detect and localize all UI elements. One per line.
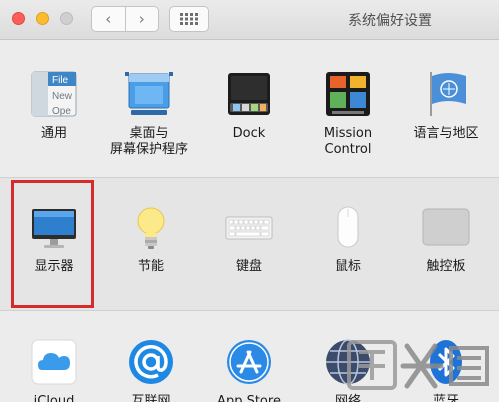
pane-icloud[interactable]: iCloud <box>8 338 100 402</box>
at-sign-icon <box>129 340 173 384</box>
minimize-button[interactable] <box>36 12 49 25</box>
pane-label: iCloud <box>33 394 75 402</box>
pane-label: 语言与地区 <box>413 126 479 141</box>
window-title: 系统偏好设置 <box>348 13 432 29</box>
pane-dock[interactable]: Dock <box>203 70 295 142</box>
pane-label: 通用 <box>40 126 67 141</box>
pane-label: 互联网 <box>131 394 171 402</box>
title-bar: ‹ › 系统偏好设置 <box>0 0 499 40</box>
pane-label: 节能 <box>137 259 164 274</box>
general-icon-text-open: Ope <box>52 106 71 117</box>
pane-desktop-screensaver[interactable]: 桌面与 屏幕保护程序 <box>103 70 195 158</box>
zoom-button[interactable] <box>60 12 73 25</box>
pane-keyboard[interactable]: 键盘 <box>203 203 295 275</box>
grid-icon <box>180 13 198 25</box>
close-button[interactable] <box>12 12 25 25</box>
app-store-icon <box>227 340 271 384</box>
pane-label: Mission Control <box>323 126 373 157</box>
pane-trackpad[interactable]: 触控板 <box>400 203 492 275</box>
general-icon-text-new: New <box>52 91 73 102</box>
desktop-screensaver-icon <box>125 72 173 115</box>
forward-button[interactable]: › <box>124 7 159 31</box>
pane-mouse[interactable]: 鼠标 <box>302 203 394 275</box>
pane-label: 桌面与 屏幕保护程序 <box>109 126 188 157</box>
general-icon-text-file: File <box>52 75 69 86</box>
pane-label: 触控板 <box>426 259 466 274</box>
united-nations-flag-icon <box>430 72 466 116</box>
mission-control-icon <box>326 72 370 116</box>
pane-mission-control[interactable]: Mission Control <box>302 70 394 158</box>
watermark-logo <box>347 340 489 390</box>
show-all-button[interactable] <box>169 6 209 32</box>
displays-highlight-box <box>11 180 94 308</box>
pane-label: 键盘 <box>235 259 262 274</box>
pane-label: 鼠标 <box>334 259 361 274</box>
pane-general[interactable]: File New Ope 通用 <box>8 70 100 142</box>
pane-app-store[interactable]: App Store <box>203 338 295 402</box>
navigation-buttons: ‹ › <box>91 6 159 32</box>
lightbulb-icon <box>137 207 165 249</box>
dock-icon <box>228 73 270 115</box>
back-button[interactable]: ‹ <box>92 7 125 31</box>
general-icon: File New Ope <box>31 71 77 117</box>
icloud-icon <box>31 339 77 385</box>
keyboard-icon <box>225 216 273 240</box>
pane-label: App Store <box>217 394 281 402</box>
trackpad-icon <box>422 208 470 246</box>
pane-energy-saver[interactable]: 节能 <box>105 203 197 275</box>
pane-label: Dock <box>232 126 266 141</box>
pane-internet-accounts[interactable]: 互联网 <box>105 338 197 402</box>
mouse-icon <box>337 206 359 248</box>
pane-language-region[interactable]: 语言与地区 <box>400 70 492 142</box>
